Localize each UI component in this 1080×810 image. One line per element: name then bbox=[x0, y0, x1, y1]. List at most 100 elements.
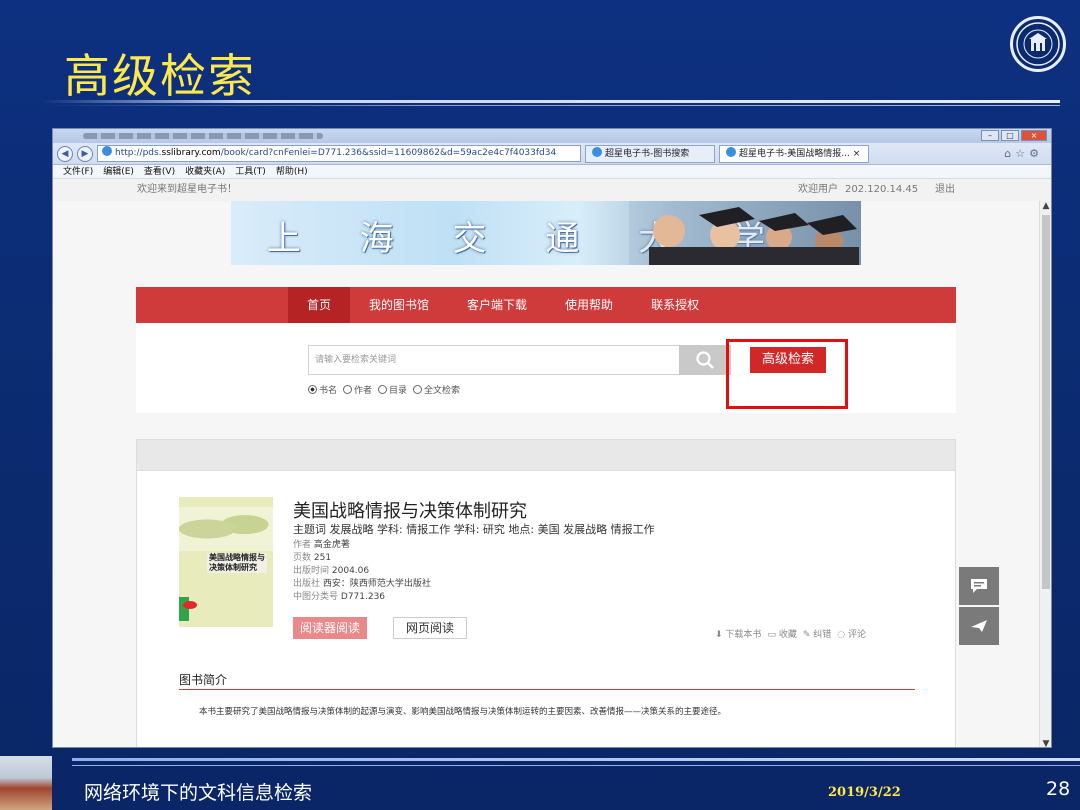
menu-file[interactable]: 文件(F) bbox=[63, 165, 93, 178]
web-read-button[interactable]: 网页阅读 bbox=[393, 617, 467, 639]
radio-label: 全文检索 bbox=[424, 386, 461, 396]
meta-key: 出版社 bbox=[293, 579, 321, 589]
book-cover[interactable]: 美国战略情报与 决策体制研究 bbox=[179, 497, 273, 627]
book-title[interactable]: 美国战略情报与决策体制研究 bbox=[293, 497, 527, 523]
ie-icon bbox=[102, 146, 112, 156]
nav-help[interactable]: 使用帮助 bbox=[546, 287, 632, 323]
window-controls: – □ × bbox=[981, 130, 1047, 141]
tab-label: 超星电子书-美国战略情报... bbox=[739, 148, 850, 159]
main-nav: 首页 我的图书馆 客户端下载 使用帮助 联系授权 bbox=[136, 287, 956, 323]
footer-rule-thin bbox=[72, 765, 1080, 766]
footer-rule bbox=[72, 758, 1080, 761]
menu-bar: 文件(F) 编辑(E) 查看(V) 收藏夹(A) 工具(T) 帮助(H) bbox=[53, 165, 1051, 179]
meta-pages: 251 bbox=[313, 553, 332, 563]
cover-red-mark bbox=[183, 601, 197, 609]
share-button[interactable] bbox=[959, 607, 999, 645]
download-icon: ⬇ bbox=[715, 630, 723, 640]
send-icon bbox=[971, 620, 987, 632]
nav-home[interactable]: 首页 bbox=[288, 287, 351, 323]
search-button[interactable] bbox=[679, 345, 731, 375]
correct-link[interactable]: ✎ 纠错 bbox=[803, 627, 831, 640]
gear-icon[interactable]: ⚙ bbox=[1029, 147, 1043, 160]
meta-date: 2004.06 bbox=[331, 566, 370, 576]
meta-key: 页数 bbox=[293, 553, 312, 563]
browser-toolbar-icons: ⌂☆⚙ bbox=[1004, 147, 1043, 160]
radio-unselected bbox=[378, 385, 388, 394]
page-content: 上 海 交 通 大 学 首页 我的图书馆 客户端下载 使用帮助 联系授权 请输入… bbox=[53, 201, 1051, 747]
back-icon[interactable]: ◀ bbox=[57, 145, 73, 162]
title-rule bbox=[40, 100, 1060, 103]
footer-campus-image bbox=[0, 756, 52, 810]
search-area: 请输入要检索关键词 高级检索 书名 作者 目录 全文检索 bbox=[136, 323, 956, 413]
logout-link[interactable]: 退出 bbox=[935, 179, 955, 201]
minimize-icon[interactable]: – bbox=[981, 130, 999, 141]
action-label: 收藏 bbox=[778, 630, 797, 640]
tab-search[interactable]: 超星电子书-图书搜索 bbox=[585, 144, 715, 163]
reader-read-button[interactable]: 阅读器阅读 bbox=[293, 617, 367, 639]
page-number: 28 bbox=[1046, 778, 1071, 800]
cover-title-line1: 美国战略情报与 bbox=[209, 553, 265, 562]
scrollbar[interactable]: ▲ ▼ bbox=[1039, 201, 1051, 747]
cover-title-line2: 决策体制研究 bbox=[209, 563, 257, 572]
maximize-icon[interactable]: □ bbox=[1001, 130, 1019, 141]
book-subjects: 主题词 发展战略 学科: 情报工作 学科: 研究 地点: 美国 发展战略 情报工… bbox=[293, 523, 655, 536]
cover-map bbox=[179, 507, 273, 551]
advanced-search-button[interactable]: 高级检索 bbox=[750, 347, 826, 373]
search-input[interactable]: 请输入要检索关键词 bbox=[308, 345, 680, 375]
comment-link[interactable]: ◌ 评论 bbox=[837, 627, 866, 640]
meta-key: 作者 bbox=[293, 540, 312, 550]
meta-class: D771.236 bbox=[340, 592, 386, 602]
menu-view[interactable]: 查看(V) bbox=[144, 165, 175, 178]
scroll-down-icon[interactable]: ▼ bbox=[1040, 739, 1051, 747]
radio-label: 书名 bbox=[319, 386, 338, 396]
scroll-up-icon[interactable]: ▲ bbox=[1040, 201, 1051, 211]
tab-book[interactable]: 超星电子书-美国战略情报... × bbox=[719, 144, 869, 163]
nav-my-library[interactable]: 我的图书馆 bbox=[350, 287, 448, 323]
favorite-link[interactable]: ▭ 收藏 bbox=[767, 627, 796, 640]
radio-fulltext[interactable]: 全文检索 bbox=[413, 383, 460, 396]
ie-icon bbox=[592, 146, 602, 157]
action-label: 评论 bbox=[848, 630, 867, 640]
meta-author: 高金虎著 bbox=[313, 540, 350, 550]
user-ip: 202.120.14.45 bbox=[845, 184, 919, 195]
title-rule-thin bbox=[40, 105, 1060, 106]
slide-title: 高级检索 bbox=[64, 49, 256, 103]
radio-catalog[interactable]: 目录 bbox=[378, 383, 407, 396]
scroll-thumb[interactable] bbox=[1042, 215, 1050, 589]
menu-edit[interactable]: 编辑(E) bbox=[103, 165, 134, 178]
star-icon[interactable]: ☆ bbox=[1015, 147, 1029, 160]
url-host: sslibrary.com bbox=[161, 148, 221, 158]
meta-key: 中图分类号 bbox=[293, 592, 339, 602]
url-prefix: http://pds. bbox=[115, 148, 162, 158]
radio-author[interactable]: 作者 bbox=[343, 383, 372, 396]
window-titlebar: – □ × bbox=[53, 129, 1051, 143]
radio-selected bbox=[308, 385, 317, 394]
menu-tools[interactable]: 工具(T) bbox=[235, 165, 266, 178]
url-rest: /book/card?cnFenlei=D771.236&ssid=116098… bbox=[220, 148, 557, 158]
welcome-text: 欢迎来到超星电子书！ bbox=[137, 184, 237, 195]
book-meta: 作者 高金虎著 页数 251 出版时间 2004.06 出版社 西安：陕西师范大… bbox=[293, 539, 431, 604]
menu-help[interactable]: 帮助(H) bbox=[276, 165, 308, 178]
meta-publisher: 西安：陕西师范大学出版社 bbox=[322, 579, 431, 589]
comment-icon: ◌ bbox=[837, 630, 846, 640]
download-link[interactable]: ⬇ 下载本书 bbox=[715, 627, 761, 640]
close-icon[interactable]: × bbox=[1021, 130, 1047, 141]
welcome-bar: 欢迎来到超星电子书！ 欢迎用户 202.120.14.45 退出 bbox=[53, 179, 1051, 201]
home-icon[interactable]: ⌂ bbox=[1004, 147, 1015, 160]
forward-icon[interactable]: ▶ bbox=[77, 145, 93, 162]
radio-title[interactable]: 书名 bbox=[308, 383, 337, 396]
intro-heading: 图书简介 bbox=[179, 673, 228, 687]
nav-client-download[interactable]: 客户端下载 bbox=[448, 287, 546, 323]
tab-close-icon[interactable]: × bbox=[853, 149, 861, 159]
radio-unselected bbox=[343, 385, 353, 394]
menu-favorites[interactable]: 收藏夹(A) bbox=[185, 165, 225, 178]
nav-contact[interactable]: 联系授权 bbox=[632, 287, 718, 323]
folder-icon: ▭ bbox=[767, 630, 776, 640]
book-actions: ⬇ 下载本书 ▭ 收藏 ✎ 纠错 ◌ 评论 bbox=[715, 627, 866, 640]
ie-icon bbox=[726, 146, 736, 157]
graduates-photo bbox=[629, 201, 861, 265]
address-bar[interactable]: http://pds.sslibrary.com/book/card?cnFen… bbox=[97, 145, 581, 162]
feedback-button[interactable] bbox=[959, 567, 999, 605]
footer-course-title: 网络环境下的文科信息检索 bbox=[84, 782, 313, 804]
edit-icon: ✎ bbox=[802, 630, 811, 640]
